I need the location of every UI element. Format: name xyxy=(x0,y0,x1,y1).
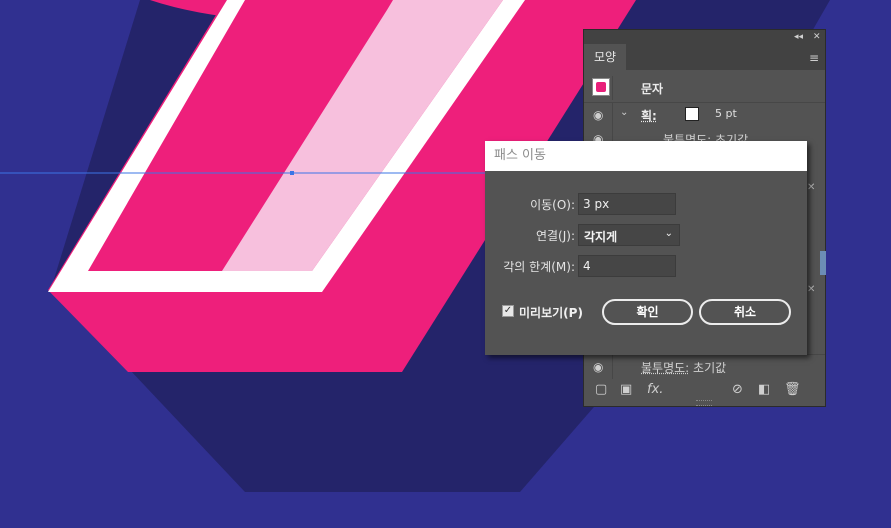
remove-effect-icon[interactable]: ✕ xyxy=(807,182,815,193)
path-anchor-point[interactable] xyxy=(290,171,294,175)
joins-selected-value: 각지게 xyxy=(584,230,618,244)
fx-icon[interactable]: fx. xyxy=(647,382,663,397)
ok-button[interactable]: 확인 xyxy=(602,299,693,325)
remove-effect-icon[interactable]: ✕ xyxy=(807,284,815,295)
object-type-label: 문자 xyxy=(641,82,664,96)
miter-limit-input[interactable] xyxy=(578,255,676,277)
trash-icon[interactable]: 🗑 xyxy=(784,382,801,397)
chevron-down-icon[interactable]: ⌄ xyxy=(620,107,628,118)
add-new-fill-icon[interactable]: ▣ xyxy=(620,382,632,397)
stroke-row[interactable]: ◉ ⌄ 획: 5 pt xyxy=(584,102,825,127)
stroke-weight-value[interactable]: 5 pt xyxy=(715,107,737,120)
offset-label: 이동(O): xyxy=(530,198,575,212)
offset-input[interactable] xyxy=(578,193,676,215)
joins-select[interactable]: 각지게 ⌄ xyxy=(578,224,680,246)
dialog-title[interactable]: 패스 이동 xyxy=(485,141,807,171)
appearance-object-row[interactable]: 문자 xyxy=(584,76,825,100)
visibility-column: ◉ xyxy=(584,103,613,127)
collapse-panel-icon[interactable]: ◂◂ xyxy=(794,30,803,44)
panel-bottom-toolbar: ▢ ▣ fx. ⊘ ◧ 🗑 xyxy=(584,380,825,402)
offset-row: 이동(O): xyxy=(485,193,807,215)
offset-path-dialog: 패스 이동 이동(O): 연결(J): 각지게 ⌄ 각의 한계(M): ✓ 미리… xyxy=(485,141,807,355)
close-panel-icon[interactable]: ✕ xyxy=(813,30,821,44)
panel-resize-grip[interactable] xyxy=(696,400,712,406)
opacity-text[interactable]: 불투명도: 초기값 xyxy=(641,359,726,376)
preview-label[interactable]: 미리보기(P) xyxy=(519,304,583,321)
duplicate-item-icon[interactable]: ◧ xyxy=(758,382,770,397)
tab-appearance[interactable]: 모양 xyxy=(584,44,626,70)
stroke-label[interactable]: 획: xyxy=(641,107,657,124)
panel-menu-icon[interactable]: ≡ xyxy=(809,51,819,65)
panel-topbar: ◂◂ ✕ xyxy=(584,30,825,44)
miter-limit-label: 각의 한계(M): xyxy=(503,260,575,274)
chevron-down-icon: ⌄ xyxy=(664,228,673,239)
add-new-stroke-icon[interactable]: ▢ xyxy=(595,382,607,397)
visibility-column: ◉ xyxy=(584,355,613,379)
object-opacity-row[interactable]: ◉ 불투명도: 초기값 xyxy=(584,354,825,379)
stroke-color-swatch[interactable] xyxy=(685,107,699,121)
object-thumbnail-icon xyxy=(592,78,610,96)
joins-row: 연결(J): 각지게 ⌄ xyxy=(485,224,807,246)
eye-icon[interactable]: ◉ xyxy=(593,108,603,122)
eye-icon[interactable]: ◉ xyxy=(593,360,603,374)
preview-checkbox[interactable]: ✓ xyxy=(502,305,514,317)
miter-row: 각의 한계(M): xyxy=(485,255,807,277)
clear-appearance-icon[interactable]: ⊘ xyxy=(732,382,743,397)
joins-label: 연결(J): xyxy=(535,229,575,243)
cancel-button[interactable]: 취소 xyxy=(699,299,791,325)
visibility-column xyxy=(584,76,613,100)
selected-row-highlight xyxy=(820,251,826,275)
panel-tabrow: 모양 ≡ xyxy=(584,44,825,70)
